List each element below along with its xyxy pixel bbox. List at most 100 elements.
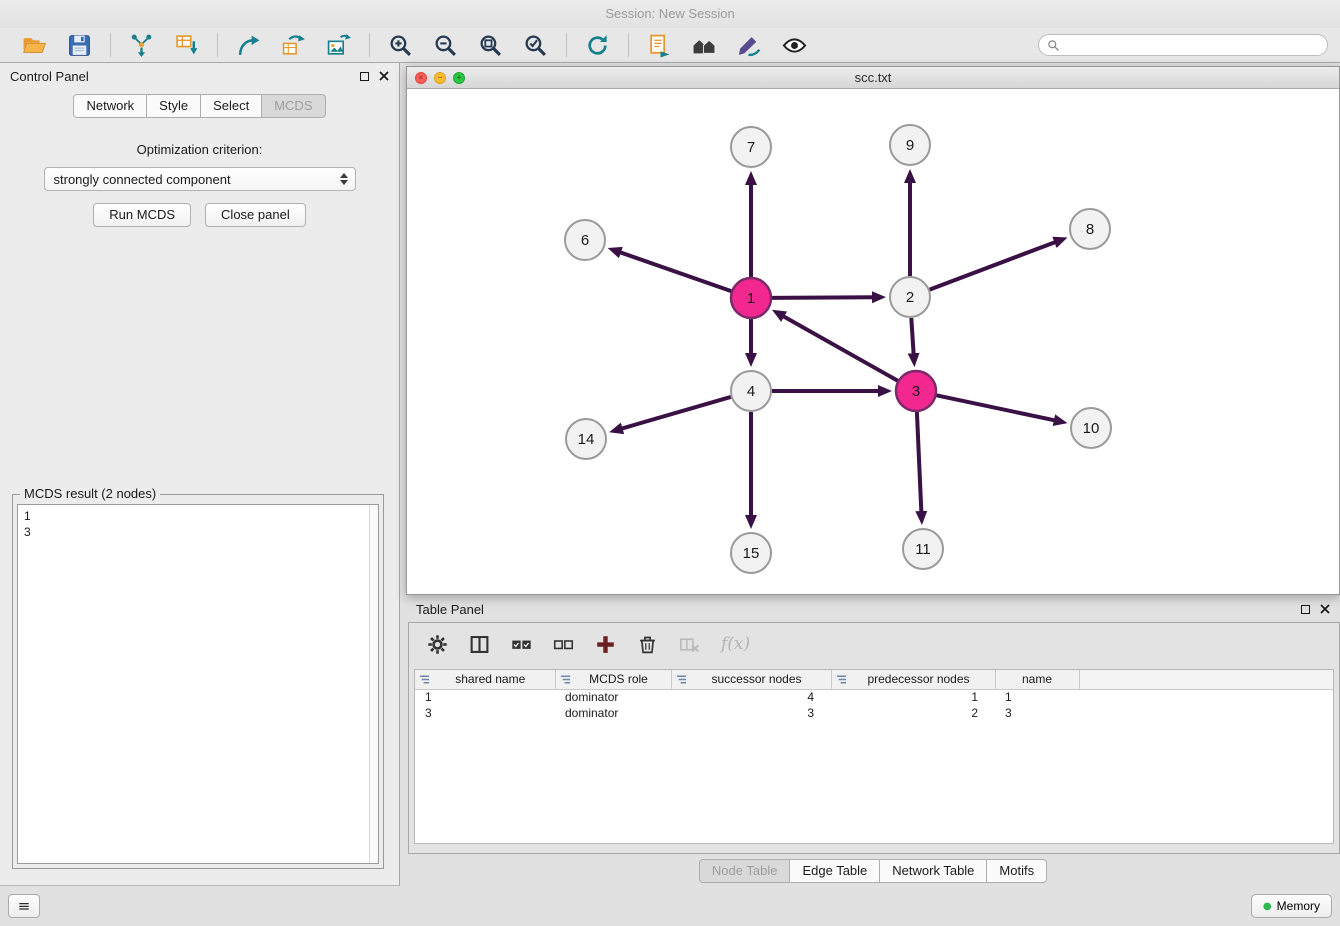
criterion-select[interactable]: strongly connected component (44, 167, 356, 191)
column-header-predecessor-nodes[interactable]: predecessor nodes (831, 670, 995, 689)
node-11[interactable]: 11 (903, 529, 943, 569)
toolbar-separator (566, 33, 567, 57)
add-column-button[interactable] (593, 632, 618, 657)
window-minimize-button[interactable]: − (434, 72, 446, 84)
export-table-button[interactable] (279, 31, 308, 60)
mcds-result-list[interactable]: 1 3 (17, 504, 379, 864)
delete-column-button[interactable] (677, 632, 702, 657)
node-14[interactable]: 14 (566, 419, 606, 459)
tab-edge-table[interactable]: Edge Table (790, 859, 880, 883)
export-document-button[interactable] (645, 31, 674, 60)
column-tree-icon (419, 674, 430, 685)
table-panel-title: Table Panel (416, 602, 484, 617)
network-canvas[interactable]: 7 9 6 8 1 2 4 3 14 10 15 11 (407, 89, 1339, 594)
window-zoom-button[interactable]: + (453, 72, 465, 84)
tab-network-table[interactable]: Network Table (880, 859, 987, 883)
tab-motifs[interactable]: Motifs (987, 859, 1047, 883)
node-1[interactable]: 1 (731, 278, 771, 318)
memory-button[interactable]: ● Memory (1251, 894, 1332, 918)
column-header-name[interactable]: name (995, 670, 1079, 689)
table-cell: 4 (671, 689, 831, 705)
table-panel: Table Panel f(x) shared name MCDS role (406, 596, 1340, 886)
memory-label: Memory (1277, 899, 1320, 913)
svg-text:14: 14 (578, 431, 595, 448)
save-session-button[interactable] (65, 31, 94, 60)
svg-text:4: 4 (747, 383, 755, 400)
apply-layout-button[interactable] (583, 31, 612, 60)
export-network-button[interactable] (234, 31, 263, 60)
tab-style[interactable]: Style (147, 94, 201, 118)
edge-3-10[interactable] (937, 395, 1056, 420)
zoom-out-button[interactable] (431, 31, 460, 60)
edge-4-14[interactable] (621, 397, 731, 429)
node-10[interactable]: 10 (1071, 408, 1111, 448)
control-panel-tabs: NetworkStyleSelectMCDS (0, 94, 399, 118)
node-table: shared name MCDS role successor nodes pr… (415, 670, 1333, 721)
node-15[interactable]: 15 (731, 533, 771, 573)
edge-3-11[interactable] (917, 412, 922, 513)
svg-text:10: 10 (1083, 420, 1100, 437)
control-panel-header: Control Panel (0, 63, 399, 89)
float-panel-icon[interactable] (360, 72, 369, 81)
result-scrollbar[interactable] (369, 505, 378, 863)
deselect-all-button[interactable] (551, 632, 576, 657)
run-mcds-button[interactable]: Run MCDS (93, 203, 191, 227)
node-9[interactable]: 9 (890, 125, 930, 165)
function-builder-button[interactable]: f(x) (719, 632, 752, 656)
zoom-fit-button[interactable] (476, 31, 505, 60)
import-network-button[interactable] (127, 31, 156, 60)
export-image-button[interactable] (324, 31, 353, 60)
column-header-mcds-role[interactable]: MCDS role (555, 670, 671, 689)
search-field[interactable] (1038, 34, 1328, 56)
table-row[interactable]: 3dominator323 (415, 705, 1333, 721)
zoom-selected-button[interactable] (521, 31, 550, 60)
select-all-icon (511, 634, 532, 655)
close-table-panel-icon[interactable] (1320, 604, 1330, 614)
import-table-button[interactable] (172, 31, 201, 60)
panel-toggle-button[interactable]: ≡ (8, 894, 40, 918)
select-all-button[interactable] (509, 632, 534, 657)
table-tabs: Node TableEdge TableNetwork TableMotifs (406, 859, 1340, 883)
float-table-panel-icon[interactable] (1301, 605, 1310, 614)
criterion-value: strongly connected component (54, 172, 337, 187)
window-close-button[interactable]: × (415, 72, 427, 84)
node-4[interactable]: 4 (731, 371, 771, 411)
annotation-button[interactable] (735, 31, 764, 60)
tab-mcds[interactable]: MCDS (262, 94, 325, 118)
edge-1-6[interactable] (619, 252, 731, 291)
close-panel-button[interactable]: Close panel (205, 203, 306, 227)
toggle-view-button[interactable] (780, 31, 809, 60)
table-toolbar: f(x) (409, 623, 1339, 665)
close-panel-icon[interactable] (379, 71, 389, 81)
zoom-in-button[interactable] (386, 31, 415, 60)
column-header-shared-name[interactable]: shared name (415, 670, 555, 689)
export-document-icon (647, 33, 672, 58)
eye-icon (782, 33, 807, 58)
app-titlebar[interactable]: Session: New Session (0, 0, 1340, 28)
tab-node-table[interactable]: Node Table (699, 859, 791, 883)
home-button[interactable] (690, 31, 719, 60)
edge-2-3[interactable] (911, 318, 913, 355)
svg-text:11: 11 (915, 541, 931, 558)
edge-3-1[interactable] (782, 316, 897, 381)
open-session-button[interactable] (20, 31, 49, 60)
optimization-criterion-label: Optimization criterion: (0, 142, 399, 157)
tab-network[interactable]: Network (73, 94, 147, 118)
edge-2-8[interactable] (930, 242, 1057, 290)
search-icon (1047, 39, 1060, 52)
search-input[interactable] (1065, 38, 1319, 52)
table-row[interactable]: 1dominator411 (415, 689, 1333, 705)
network-window-titlebar[interactable]: × − + scc.txt (407, 67, 1339, 89)
column-header-successor-nodes[interactable]: successor nodes (671, 670, 831, 689)
delete-row-button[interactable] (635, 632, 660, 657)
table-settings-button[interactable] (425, 632, 450, 657)
node-table-wrap: shared name MCDS role successor nodes pr… (414, 669, 1334, 844)
node-8[interactable]: 8 (1070, 209, 1110, 249)
node-6[interactable]: 6 (565, 220, 605, 260)
tab-select[interactable]: Select (201, 94, 262, 118)
show-columns-button[interactable] (467, 632, 492, 657)
edge-1-2[interactable] (772, 297, 874, 298)
node-7[interactable]: 7 (731, 127, 771, 167)
node-2[interactable]: 2 (890, 277, 930, 317)
node-3[interactable]: 3 (896, 371, 936, 411)
